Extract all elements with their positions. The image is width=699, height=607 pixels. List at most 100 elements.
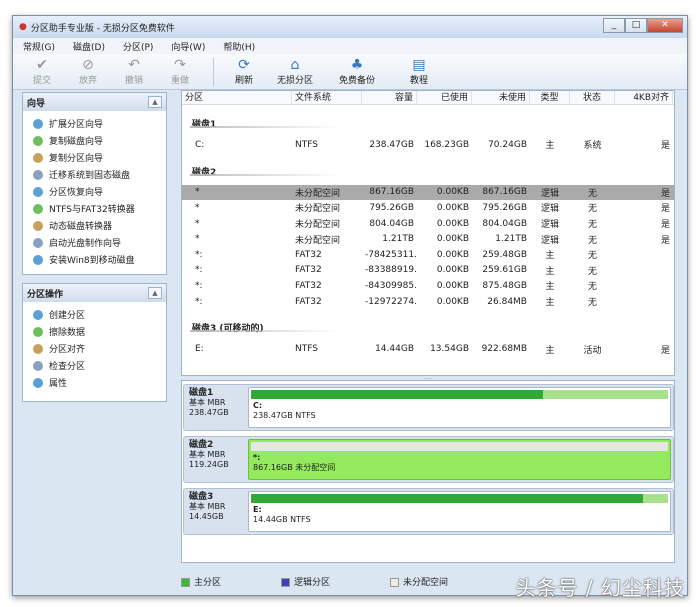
sidebar-item[interactable]: 检查分区 [23, 357, 166, 374]
cell: * [195, 218, 200, 229]
check-icon: ✔ [36, 57, 48, 73]
disk-block[interactable]: 磁盘2 基本 MBR 119.24GB *: 867.16GB 未分配空间 [183, 436, 674, 483]
sidebar-item-label: 创建分区 [49, 311, 86, 321]
table-row[interactable]: E: NTFS 14.44GB 13.54GB 922.68MB 主 活动 是 [182, 341, 674, 357]
table-row[interactable]: *: FAT32 -12972274... 0.00KB 26.84MB 主 无 [182, 294, 674, 310]
table-row[interactable]: * 未分配空间 1.21TB 0.00KB 1.21TB 逻辑 无 是 [182, 231, 674, 247]
column-header[interactable]: 4KB对齐 [615, 91, 673, 104]
partition-block[interactable]: *: 867.16GB 未分配空间 [248, 439, 671, 480]
sidebar-item[interactable]: 创建分区 [23, 306, 166, 323]
toolbar-label: 提交 [32, 76, 51, 86]
item-icon [33, 186, 43, 197]
cell: 0.00KB [436, 187, 469, 198]
sidebar-item[interactable]: 扩展分区向导 [23, 115, 166, 132]
cell: FAT32 [295, 265, 322, 276]
table-row[interactable]: *: FAT32 -84309985... 0.00KB 875.48GB 主 无 [182, 278, 674, 294]
item-icon [33, 309, 43, 320]
cell: FAT32 [295, 296, 322, 307]
menu-item[interactable]: 常规(G) [23, 40, 55, 53]
legend-label: 主分区 [194, 578, 222, 588]
toolbar-button[interactable]: ♣ 免费备份 [326, 57, 388, 86]
disk-type: 基本 MBR [189, 502, 226, 511]
app-window: ● 分区助手专业版 - 无损分区免费软件 _ □ ✕ 常规(G) 磁盘(D) 分区(… [12, 15, 688, 596]
disk-size: 119.24GB [189, 460, 229, 469]
title-bar: ● 分区助手专业版 - 无损分区免费软件 _ □ ✕ [13, 16, 687, 38]
cell: -12972274... [365, 296, 417, 307]
menu-item[interactable]: 分区(P) [123, 40, 153, 53]
cell: 0.00KB [436, 265, 469, 276]
sidebar-item[interactable]: 分区对齐 [23, 340, 166, 357]
column-header[interactable]: 状态 [570, 91, 615, 104]
toolbar-button[interactable]: ⊘ 放弃 [65, 57, 111, 86]
menu-item[interactable]: 磁盘(D) [73, 40, 105, 53]
legend-label: 未分配空间 [403, 578, 449, 588]
table-row[interactable]: *: FAT32 -83388919... 0.00KB 259.61GB 主 无 [182, 263, 674, 279]
legend-item: 未分配空间 [390, 575, 448, 588]
cell: 795.26GB [369, 202, 414, 213]
cell: 26.84MB [487, 296, 527, 307]
column-header[interactable]: 未使用 [472, 91, 530, 104]
sidebar-item-label: 迁移系统到固态磁盘 [49, 171, 131, 181]
cell: *: [195, 296, 203, 307]
cell: *: [195, 249, 203, 260]
sidebar-item[interactable]: NTFS与FAT32转换器 [23, 200, 166, 217]
sidebar-item-label: 动态磁盘转换器 [49, 222, 113, 232]
column-header[interactable]: 分区 [182, 91, 292, 104]
cell: 无 [587, 188, 597, 199]
table-row[interactable]: * 未分配空间 804.04GB 0.00KB 804.04GB 逻辑 无 是 [182, 216, 674, 232]
disk-group-label: 磁盘3 (可移动的) [182, 309, 674, 334]
disk-block[interactable]: 磁盘3 基本 MBR 14.45GB E: 14.44GB NTFS [183, 488, 674, 535]
table-row[interactable]: * 未分配空间 795.26GB 0.00KB 795.26GB 逻辑 无 是 [182, 200, 674, 216]
table-row[interactable]: * 未分配空间 867.16GB 0.00KB 867.16GB 逻辑 无 是 [182, 184, 674, 201]
menu-bar: 常规(G) 磁盘(D) 分区(P) 向导(W) 帮助(H) [13, 38, 687, 54]
disk-block[interactable]: 磁盘1 基本 MBR 238.47GB C: 238.47GB NTFS [183, 384, 674, 431]
sidebar-item[interactable]: 分区恢复向导 [23, 183, 166, 200]
menu-item[interactable]: 帮助(H) [223, 40, 255, 53]
toolbar-button[interactable]: ⟳ 刷新 [224, 57, 264, 86]
table-row[interactable]: *: FAT32 -78425311... 0.00KB 259.48GB 主 无 [182, 247, 674, 263]
usage-bar [251, 494, 668, 503]
toolbar-button[interactable]: ⌂ 无损分区 [264, 57, 326, 86]
sidebar-item[interactable]: 动态磁盘转换器 [23, 217, 166, 234]
cell: 逻辑 [540, 220, 559, 231]
sidebar-item[interactable]: 启动光盘制作向导 [23, 234, 166, 251]
menu-item[interactable]: 向导(W) [171, 40, 205, 53]
partition-letter: *: [253, 453, 261, 462]
cell: 系统 [583, 141, 602, 152]
column-header[interactable]: 类型 [530, 91, 570, 104]
cell: 259.61GB [482, 265, 527, 276]
sidebar-item[interactable]: 属性 [23, 374, 166, 391]
partition-block[interactable]: E: 14.44GB NTFS [248, 491, 671, 532]
cell: 是 [660, 188, 670, 199]
disk-name: 磁盘1 [189, 388, 214, 398]
sidebar-item[interactable]: 擦除数据 [23, 323, 166, 340]
cell: -83388919... [365, 265, 417, 276]
partition-block[interactable]: C: 238.47GB NTFS [248, 387, 671, 428]
collapse-button[interactable]: ▲ [148, 287, 162, 299]
maximize-button[interactable]: □ [625, 18, 647, 33]
toolbar-label: 教程 [409, 76, 428, 86]
toolbar-separator [213, 57, 214, 86]
cell: C: [195, 139, 205, 150]
cell: 未分配空间 [295, 220, 341, 231]
close-button[interactable]: ✕ [647, 18, 683, 33]
toolbar-button[interactable]: ▤ 教程 [388, 57, 450, 86]
cell: 无 [587, 251, 597, 262]
sidebar-item[interactable]: 复制分区向导 [23, 149, 166, 166]
column-header[interactable]: 容量 [362, 91, 417, 104]
cell: 主 [545, 266, 555, 277]
cell: FAT32 [295, 280, 322, 291]
column-header[interactable]: 文件系统 [292, 91, 362, 104]
sidebar-item-label: 属性 [49, 379, 68, 389]
table-row[interactable]: C: NTFS 238.47GB 168.23GB 70.24GB 主 系统 是 [182, 137, 674, 153]
toolbar-button[interactable]: ↶ 撤销 [111, 57, 157, 86]
toolbar-button[interactable]: ↷ 重做 [157, 57, 203, 86]
toolbar-button[interactable]: ✔ 提交 [19, 57, 65, 86]
collapse-button[interactable]: ▲ [148, 96, 162, 108]
sidebar-item[interactable]: 安装Win8到移动磁盘 [23, 251, 166, 268]
minimize-button[interactable]: _ [603, 18, 625, 33]
column-header[interactable]: 已使用 [417, 91, 472, 104]
sidebar-item[interactable]: 复制磁盘向导 [23, 132, 166, 149]
cell: 238.47GB [369, 139, 414, 150]
sidebar-item[interactable]: 迁移系统到固态磁盘 [23, 166, 166, 183]
